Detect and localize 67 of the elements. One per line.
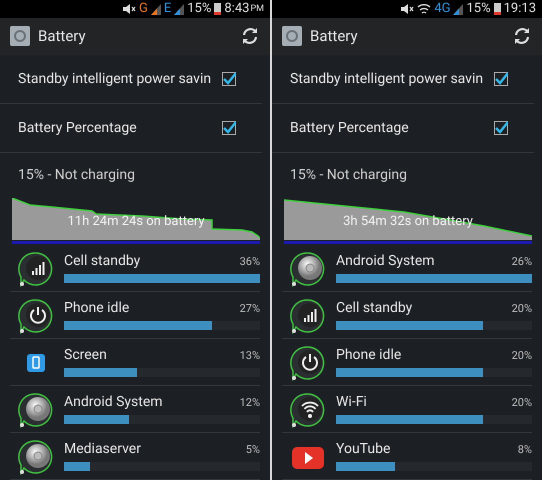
setting-label: Standby intelligent power savin xyxy=(18,70,212,87)
usage-item[interactable]: Cell standby 20% xyxy=(282,292,532,339)
charge-status: 15% - Not charging xyxy=(289,166,408,186)
usage-item[interactable]: YouTube 8% xyxy=(282,432,532,480)
usage-percent: 20% xyxy=(512,302,532,315)
checkbox[interactable] xyxy=(494,72,508,86)
screen-title: Battery xyxy=(38,27,87,46)
checkbox[interactable] xyxy=(222,72,236,86)
usage-percent: 20% xyxy=(512,348,532,362)
usage-name: YouTube xyxy=(336,440,390,457)
refresh-icon[interactable] xyxy=(240,26,260,46)
usage-item[interactable]: Screen 13% xyxy=(10,338,260,386)
usage-percent: 27% xyxy=(240,302,260,315)
usage-name: Wi-Fi xyxy=(336,394,367,410)
clock-period: PM xyxy=(250,4,264,14)
usage-percent: 5% xyxy=(246,442,260,456)
power-icon xyxy=(18,298,54,334)
network-type: G xyxy=(138,1,148,16)
usage-name: Screen xyxy=(64,346,107,363)
usage-percent: 26% xyxy=(512,254,532,268)
battery-percent: 15% xyxy=(466,1,491,16)
usage-name: Cell standby xyxy=(336,300,412,316)
usage-percent: 20% xyxy=(512,396,532,409)
battery-icon xyxy=(214,2,222,16)
network-type: 4G xyxy=(434,1,450,16)
checkbox[interactable] xyxy=(494,120,508,135)
signal-icon xyxy=(453,2,464,15)
usage-name: Cell standby xyxy=(64,252,140,269)
screen-title: Battery xyxy=(310,27,359,46)
usage-percent: 12% xyxy=(240,396,260,409)
usage-percent: 36% xyxy=(240,254,260,268)
signal-icon xyxy=(150,2,161,15)
signal-icon xyxy=(290,298,326,334)
wifi-icon xyxy=(417,2,432,15)
usage-item[interactable]: Android System 26% xyxy=(282,244,532,292)
battery-icon xyxy=(494,2,501,16)
usage-item[interactable]: Android System 12% xyxy=(10,386,260,433)
power-icon xyxy=(290,344,326,381)
usage-name: Android System xyxy=(64,394,163,410)
usage-name: Phone idle xyxy=(336,346,402,363)
clock: 19:13 xyxy=(504,1,536,16)
signal-icon xyxy=(18,250,54,287)
clock: 8:43 xyxy=(224,1,250,16)
charge-status: 15% - Not charging xyxy=(17,166,136,186)
usage-item[interactable]: Mediaserver 5% xyxy=(10,432,260,480)
usage-name: Mediaserver xyxy=(64,440,141,457)
battery-percent: 15% xyxy=(187,1,212,16)
usage-name: Android System xyxy=(336,252,435,269)
usage-item[interactable]: Cell standby 36% xyxy=(10,244,260,292)
wifi-icon xyxy=(290,392,326,428)
setting-label: Standby intelligent power savin xyxy=(290,70,484,87)
signal-icon xyxy=(174,2,184,15)
settings-icon[interactable] xyxy=(10,26,30,46)
settings-icon[interactable] xyxy=(282,26,302,46)
usage-percent: 13% xyxy=(240,348,260,362)
setting-label: Battery Percentage xyxy=(18,120,137,136)
checkbox[interactable] xyxy=(222,120,236,135)
setting-label: Battery Percentage xyxy=(290,120,409,136)
usage-percent: 8% xyxy=(518,442,532,456)
refresh-icon[interactable] xyxy=(512,26,532,46)
network-type: E xyxy=(164,1,172,16)
mute-icon xyxy=(400,2,414,15)
usage-item[interactable]: Phone idle 27% xyxy=(10,292,260,339)
usage-name: Phone idle xyxy=(64,300,130,316)
mute-icon xyxy=(122,2,136,15)
usage-item[interactable]: Wi-Fi 20% xyxy=(282,386,532,433)
usage-item[interactable]: Phone idle 20% xyxy=(282,338,532,386)
